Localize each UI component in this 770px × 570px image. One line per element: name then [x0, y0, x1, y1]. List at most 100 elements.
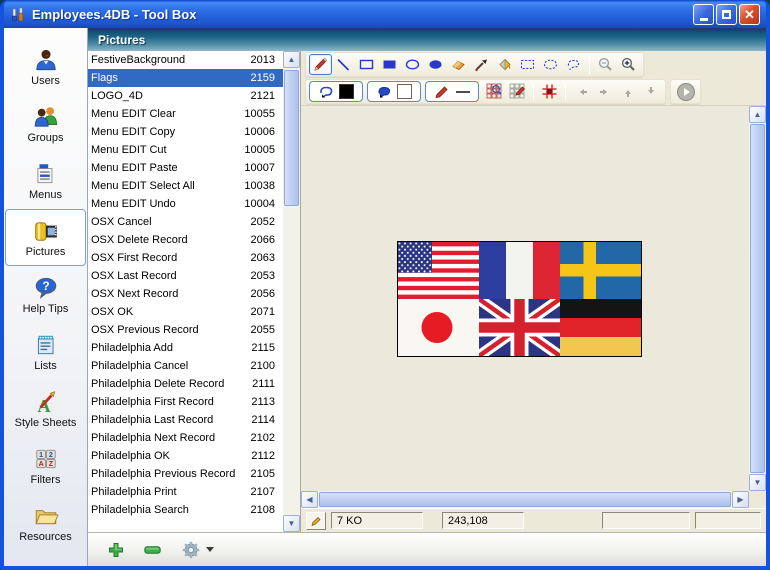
maximize-button[interactable] — [716, 3, 737, 25]
list-scrollbar[interactable]: ▲ ▼ — [283, 51, 300, 532]
zoom-in-button[interactable] — [617, 54, 640, 75]
canvas-vertical-scrollbar[interactable]: ▲ ▼ — [749, 106, 766, 491]
lasso-tool-button[interactable] — [562, 54, 585, 75]
canvas-hscroll-track[interactable] — [318, 491, 732, 508]
picture-list-row[interactable]: OSX Cancel 2052 — [88, 213, 283, 231]
drawing-canvas[interactable] — [301, 106, 749, 491]
picture-list-row[interactable]: Philadelphia Print 2107 — [88, 483, 283, 501]
list-scrollbar-track[interactable] — [283, 68, 300, 515]
picture-list-row[interactable]: OSX First Record 2063 — [88, 249, 283, 267]
scroll-up-icon[interactable]: ▲ — [283, 51, 300, 68]
eyedropper-icon — [475, 59, 487, 72]
canvas-vscroll-thumb[interactable] — [750, 124, 765, 473]
zoom-out-button[interactable] — [594, 54, 617, 75]
picture-list-row[interactable]: Menu EDIT Copy 10006 — [88, 123, 283, 141]
sidebar-item-label: Lists — [34, 359, 57, 372]
line-style-button[interactable] — [425, 81, 479, 102]
select-rectangle-tool-button[interactable] — [516, 54, 539, 75]
status-pencil-button[interactable] — [306, 511, 326, 530]
list-scrollbar-thumb[interactable] — [284, 70, 299, 206]
play-icon — [676, 82, 695, 101]
picture-list-row[interactable]: LOGO_4D 2121 — [88, 87, 283, 105]
add-picture-button[interactable] — [108, 542, 124, 558]
filled-ellipse-tool-button[interactable] — [424, 54, 447, 75]
picture-id: 2052 — [250, 216, 275, 228]
nudge-up-button[interactable] — [616, 81, 639, 102]
picture-list-row[interactable]: Menu EDIT Paste 10007 — [88, 159, 283, 177]
picture-list-row[interactable]: Menu EDIT Cut 10005 — [88, 141, 283, 159]
picture-list-row[interactable]: Philadelphia Add 2115 — [88, 339, 283, 357]
remove-picture-button[interactable] — [144, 545, 161, 554]
grid-view-button[interactable] — [483, 81, 506, 102]
picture-list-row[interactable]: Philadelphia Next Record 2102 — [88, 429, 283, 447]
sidebar-item-lists[interactable]: Lists — [5, 323, 86, 380]
picture-list-row[interactable]: Philadelphia OK 2112 — [88, 447, 283, 465]
sidebar-item-menus[interactable]: Menus — [5, 152, 86, 209]
sidebar-item-groups[interactable]: Groups — [5, 95, 86, 152]
picture-list-row[interactable]: OSX Previous Record 2055 — [88, 321, 283, 339]
preview-play-button[interactable] — [674, 81, 697, 102]
sidebar-item-users[interactable]: Users — [5, 38, 86, 95]
scroll-right-icon[interactable]: ▶ — [732, 491, 749, 508]
picture-list-row[interactable]: Menu EDIT Undo 10004 — [88, 195, 283, 213]
svg-text:A: A — [38, 461, 43, 468]
picture-id: 2063 — [250, 252, 275, 264]
toolbar-separator — [533, 82, 534, 101]
pencil-icon — [314, 57, 328, 71]
paint-bucket-tool-button[interactable] — [493, 54, 516, 75]
picture-list-row[interactable]: Menu EDIT Select All 10038 — [88, 177, 283, 195]
eyedropper-tool-button[interactable] — [470, 54, 493, 75]
scroll-down-icon[interactable]: ▼ — [749, 474, 766, 491]
picture-name: Philadelphia Add — [91, 342, 173, 354]
canvas-vscroll-track[interactable] — [749, 123, 766, 474]
sidebar-item-resources[interactable]: Resources — [5, 494, 86, 551]
background-shape-icon — [378, 86, 391, 97]
eraser-tool-button[interactable] — [447, 54, 470, 75]
scroll-left-icon[interactable]: ◀ — [301, 491, 318, 508]
ellipse-tool-button[interactable] — [401, 54, 424, 75]
actions-menu-button[interactable] — [181, 540, 214, 560]
sidebar-item-pictures[interactable]: Pictures — [5, 209, 86, 266]
picture-list-row[interactable]: OSX OK 2071 — [88, 303, 283, 321]
picture-list-row[interactable]: Philadelphia Previous Record 2105 — [88, 465, 283, 483]
sidebar-item-style-sheets[interactable]: A Style Sheets — [5, 380, 86, 437]
titlebar[interactable]: Employees.4DB - Tool Box ✕ — [4, 0, 766, 28]
sidebar-item-help-tips[interactable]: ? Help Tips — [5, 266, 86, 323]
picture-list-row[interactable]: Philadelphia First Record 2113 — [88, 393, 283, 411]
minimize-button[interactable] — [693, 3, 714, 25]
sidebar-item-filters[interactable]: 1 2 A Z Filters — [5, 437, 86, 494]
background-color-button[interactable] — [367, 81, 421, 102]
picture-list-row[interactable]: Philadelphia Delete Record 2111 — [88, 375, 283, 393]
select-ellipse-icon — [543, 59, 558, 70]
arrow-up-icon — [624, 89, 631, 97]
scroll-up-icon[interactable]: ▲ — [749, 106, 766, 123]
picture-list-row[interactable]: Menu EDIT Clear 10055 — [88, 105, 283, 123]
picture-editor: ▲ ▼ ◀ ▶ 7 KO 243,108 — [301, 51, 766, 532]
picture-list-row[interactable]: FestiveBackground 2013 — [88, 51, 283, 69]
picture-list-row[interactable]: OSX Last Record 2053 — [88, 267, 283, 285]
picture-list-row[interactable]: Philadelphia Cancel 2100 — [88, 357, 283, 375]
hotspot-button[interactable] — [538, 81, 561, 102]
nudge-down-button[interactable] — [639, 81, 662, 102]
rectangle-tool-button[interactable] — [355, 54, 378, 75]
picture-id: 10006 — [244, 126, 275, 138]
line-tool-button[interactable] — [332, 54, 355, 75]
picture-list-row[interactable]: Philadelphia Search 2108 — [88, 501, 283, 519]
canvas-hscroll-thumb[interactable] — [319, 492, 731, 507]
picture-list-row[interactable]: OSX Next Record 2056 — [88, 285, 283, 303]
filled-rectangle-tool-button[interactable] — [378, 54, 401, 75]
select-ellipse-tool-button[interactable] — [539, 54, 562, 75]
scroll-down-icon[interactable]: ▼ — [283, 515, 300, 532]
grid-edit-button[interactable] — [506, 81, 529, 102]
flag-uk — [479, 299, 560, 356]
picture-list-row[interactable]: OSX Delete Record 2066 — [88, 231, 283, 249]
close-button[interactable]: ✕ — [739, 3, 760, 25]
canvas-horizontal-scrollbar[interactable]: ◀ ▶ — [301, 491, 749, 508]
nudge-right-button[interactable] — [593, 81, 616, 102]
picture-list-row[interactable]: Flags 2159 — [88, 69, 283, 87]
pencil-tool-button[interactable] — [309, 54, 332, 75]
foreground-color-button[interactable] — [309, 81, 363, 102]
picture-list-row[interactable]: Philadelphia Last Record 2114 — [88, 411, 283, 429]
toolbar-separator — [589, 55, 590, 74]
nudge-left-button[interactable] — [570, 81, 593, 102]
